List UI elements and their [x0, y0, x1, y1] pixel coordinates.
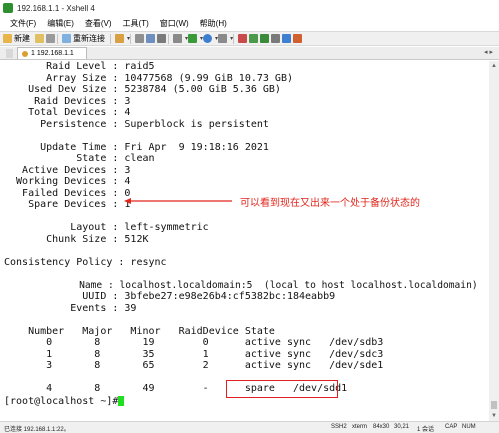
- terminal-line: Active Devices : 3: [4, 164, 131, 176]
- terminal-line: Used Dev Size : 5238784 (5.00 GiB 5.36 G…: [4, 84, 281, 95]
- disconnect-icon[interactable]: [46, 34, 55, 43]
- help-icon[interactable]: [293, 34, 303, 43]
- session-tab-bar: 1 192.168.1.1 ◂ ▸: [0, 47, 499, 60]
- status-terminal-type: xterm: [352, 424, 367, 430]
- reconnect-icon: [62, 34, 71, 43]
- keyboard-icon[interactable]: [271, 34, 281, 43]
- terminal-line: Raid Devices : 3: [4, 95, 131, 107]
- annotation-text: 可以看到现在又出来一个处于备份状态的: [240, 198, 420, 209]
- window-title: 192.168.1.1 - Xshell 4: [17, 3, 95, 13]
- terminal-line: Persistence : Superblock is persistent: [4, 118, 269, 130]
- tab-session-192-168-1-1[interactable]: 1 192.168.1.1: [17, 47, 87, 59]
- terminal-scrollbar[interactable]: ▲ ▼: [489, 61, 499, 421]
- xshell-app-icon: [3, 3, 13, 13]
- toolbar-separator: [130, 33, 132, 44]
- terminal-line: Spare Devices : 1: [4, 199, 131, 210]
- font-icon[interactable]: [218, 34, 228, 43]
- paste-icon[interactable]: [146, 34, 156, 43]
- new-session-icon: [3, 34, 12, 43]
- status-protocol: SSH2: [331, 424, 347, 430]
- terminal-line: Update Time : Fri Apr 9 19:18:16 2021: [4, 141, 269, 153]
- new-session-label: 新建: [14, 34, 30, 43]
- lock-icon[interactable]: [238, 34, 248, 43]
- menu-view[interactable]: 查看(V): [85, 18, 112, 29]
- terminal-prompt: [root@localhost ~]#: [4, 396, 125, 407]
- terminal-line: Name : localhost.localdomain:5 (local to…: [4, 279, 478, 291]
- scroll-up-icon[interactable]: ▲: [490, 62, 498, 70]
- session-manager-toggle[interactable]: [6, 49, 13, 58]
- annotation-highlight-box: [226, 380, 338, 398]
- tab-scroll-arrows-icon[interactable]: ◂ ▸: [484, 48, 493, 56]
- open-folder-icon[interactable]: [35, 34, 44, 43]
- find-icon[interactable]: [157, 34, 167, 43]
- terminal-line: Working Devices : 4: [4, 176, 131, 187]
- globe-icon[interactable]: [203, 34, 213, 43]
- script-icon[interactable]: [249, 34, 259, 43]
- menu-help[interactable]: 帮助(H): [200, 18, 227, 29]
- color-scheme-icon[interactable]: [188, 34, 198, 43]
- menu-tools[interactable]: 工具(T): [123, 18, 149, 29]
- annotation-arrow-icon: [124, 198, 232, 204]
- status-window-size: 84x30: [373, 424, 390, 430]
- terminal-line: Failed Devices : 0: [4, 187, 131, 199]
- toolbar: 新建 重新连接 ▾ ▾ ▾ ▾ ▾: [0, 31, 499, 46]
- terminal-line: Array Size : 10477568 (9.99 GiB 10.73 GB…: [4, 72, 293, 84]
- terminal-line: Total Devices : 4: [4, 107, 131, 118]
- transfer-icon[interactable]: [260, 34, 270, 43]
- title-bar: 192.168.1.1 - Xshell 4: [0, 0, 499, 16]
- toolbar-separator: [110, 33, 111, 44]
- tab-label: 1 192.168.1.1: [31, 50, 74, 57]
- toolbar-separator: [168, 33, 170, 44]
- status-num-lock: NUM: [462, 424, 476, 430]
- reconnect-button[interactable]: 重新连接: [62, 33, 105, 44]
- terminal-line: Consistency Policy : resync: [4, 256, 167, 268]
- terminal-line: 3 8 65 2 active sync /dev/sde1: [4, 360, 384, 371]
- copy-icon[interactable]: [135, 34, 145, 43]
- status-connection: 已连接 192.168.1.1:22。: [4, 427, 70, 433]
- terminal-line: Number Major Minor RaidDevice State: [4, 325, 275, 337]
- terminal-line: Events : 39: [4, 302, 137, 314]
- reconnect-label: 重新连接: [73, 34, 105, 43]
- menu-edit[interactable]: 编辑(E): [47, 18, 74, 29]
- print-icon[interactable]: [173, 34, 183, 43]
- status-bar: 已连接 192.168.1.1:22。 SSH2 xterm 84x30 30,…: [0, 421, 499, 433]
- toolbar-separator: [57, 33, 58, 44]
- properties-icon[interactable]: [115, 34, 124, 43]
- status-caps-lock: CAP: [445, 424, 458, 430]
- new-session-button[interactable]: 新建: [3, 33, 30, 44]
- scrollbar-thumb[interactable]: [491, 401, 497, 409]
- scroll-down-icon[interactable]: ▼: [490, 412, 498, 420]
- terminal-cursor: [118, 396, 124, 406]
- menu-window[interactable]: 窗口(W): [160, 18, 189, 29]
- terminal-line: 0 8 19 0 active sync /dev/sdb3: [4, 337, 384, 348]
- terminal-line: Layout : left-symmetric: [4, 222, 209, 233]
- status-cursor-position: 30,21: [394, 424, 410, 430]
- terminal-line: UUID : 3bfebe27:e98e26b4:cf5382bc:184eab…: [4, 291, 336, 302]
- session-status-icon: [22, 50, 28, 57]
- terminal-line: 1 8 35 1 active sync /dev/sdc3: [4, 348, 384, 360]
- terminal-line: State : clean: [4, 153, 155, 164]
- terminal-line: Raid Level : raid5: [4, 61, 155, 72]
- fullscreen-icon[interactable]: [282, 34, 292, 43]
- menu-file[interactable]: 文件(F): [10, 18, 36, 29]
- terminal-output[interactable]: Raid Level : raid5 Array Size : 10477568…: [0, 61, 489, 421]
- menu-bar: 文件(F) 编辑(E) 查看(V) 工具(T) 窗口(W) 帮助(H): [0, 16, 499, 31]
- terminal-line: Chunk Size : 512K: [4, 233, 149, 245]
- toolbar-separator: [233, 33, 235, 44]
- status-session-count: 1 会话: [417, 427, 435, 433]
